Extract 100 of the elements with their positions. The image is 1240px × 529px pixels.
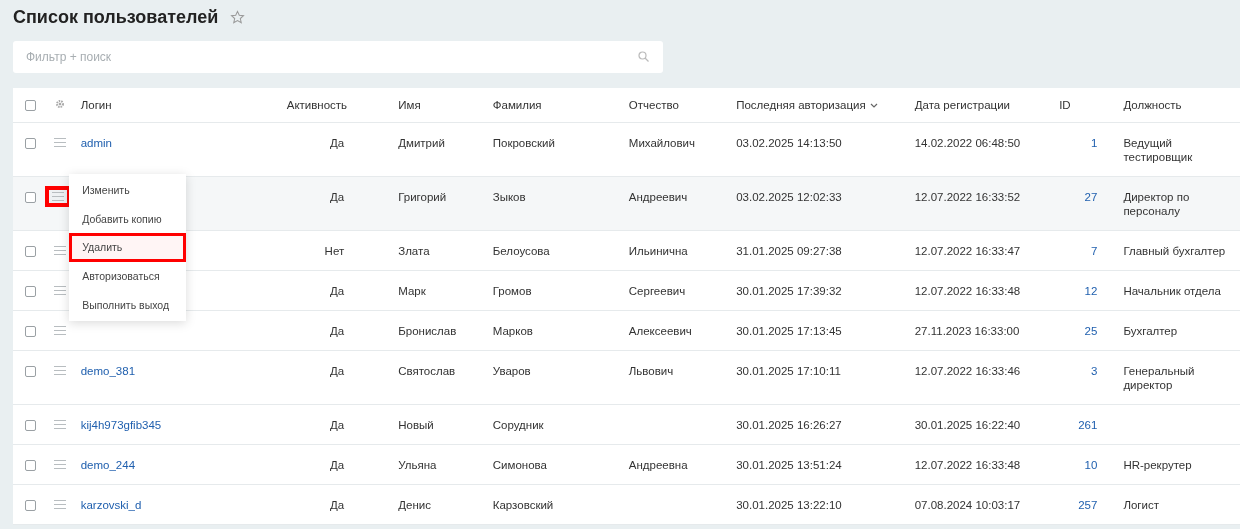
menu-item[interactable]: Выполнить выход — [69, 290, 187, 319]
row-checkbox[interactable] — [25, 286, 36, 298]
chevron-down-icon — [869, 102, 878, 108]
table-cell: 30.01.2025 17:39:32 — [736, 285, 842, 297]
id-link[interactable]: 257 — [1078, 499, 1098, 511]
row-menu-button[interactable] — [53, 365, 68, 376]
table-cell: Да — [330, 499, 345, 511]
id-link[interactable]: 27 — [1084, 191, 1098, 203]
id-link[interactable]: 12 — [1084, 285, 1098, 297]
table-cell: Да — [330, 191, 345, 203]
drag-handle-icon — [54, 366, 67, 375]
row-menu-button[interactable] — [53, 499, 68, 510]
id-link[interactable]: 7 — [1091, 245, 1098, 257]
row-checkbox[interactable] — [25, 138, 36, 150]
table-cell: Уваров — [492, 365, 531, 377]
column-header[interactable]: Должность — [1123, 99, 1182, 111]
login-link[interactable]: admin — [80, 137, 112, 149]
row-menu-button[interactable] — [53, 419, 68, 430]
table-cell: 03.02.2025 12:02:33 — [736, 191, 842, 203]
table-cell: Да — [330, 285, 345, 297]
table-cell: 03.02.2025 14:13:50 — [736, 137, 842, 149]
table-cell: 12.07.2022 16:33:47 — [914, 245, 1021, 257]
search-field[interactable]: Фильтр + поиск — [13, 41, 663, 73]
table-cell: Генеральный директор — [1123, 365, 1195, 391]
table-cell: Директор по персоналу — [1123, 191, 1190, 217]
settings-icon[interactable] — [55, 99, 66, 109]
column-header[interactable]: Логин — [80, 99, 112, 111]
table-cell: Симонова — [492, 459, 547, 471]
table-cell: Громов — [492, 285, 532, 297]
row-checkbox[interactable] — [25, 326, 36, 338]
table-cell: 30.01.2025 13:51:24 — [736, 459, 842, 471]
table-cell: Да — [330, 459, 345, 471]
table-cell: HR-рекрутер — [1123, 459, 1192, 471]
column-header[interactable]: Имя — [398, 99, 421, 111]
id-link[interactable]: 3 — [1091, 365, 1098, 377]
drag-handle-icon — [52, 192, 65, 201]
table-cell: Главный бухгалтер — [1123, 245, 1226, 257]
row-checkbox[interactable] — [25, 420, 36, 432]
search-icon — [638, 51, 649, 62]
table-cell: Зыков — [492, 191, 526, 203]
table-cell: Бронислав — [398, 325, 457, 337]
row-menu-button[interactable] — [53, 137, 68, 148]
drag-handle-icon — [54, 246, 67, 255]
table-cell: 30.01.2025 16:22:40 — [914, 419, 1021, 431]
column-header[interactable]: Фамилия — [492, 99, 542, 111]
menu-item[interactable]: Добавить копию — [69, 204, 187, 234]
id-link[interactable]: 1 — [1091, 137, 1098, 149]
drag-handle-icon — [54, 500, 67, 509]
table-cell: Денис — [398, 499, 431, 511]
table-cell: 30.01.2025 17:10:11 — [736, 365, 841, 377]
table-cell: 12.07.2022 16:33:48 — [914, 285, 1021, 297]
row-checkbox[interactable] — [25, 192, 36, 204]
menu-item[interactable]: Удалить — [69, 233, 187, 262]
table-cell: 30.01.2025 16:26:27 — [736, 419, 842, 431]
table-cell: Андреевич — [628, 191, 688, 203]
row-checkbox[interactable] — [25, 460, 36, 472]
table-cell: Ильинична — [628, 245, 688, 257]
id-link[interactable]: 25 — [1084, 325, 1098, 337]
row-menu-button[interactable] — [53, 325, 68, 336]
row-menu-button[interactable] — [53, 285, 68, 296]
table-cell: Начальник отдела — [1123, 285, 1221, 297]
menu-item[interactable]: Изменить — [69, 176, 187, 205]
login-link[interactable]: demo_244 — [80, 459, 136, 471]
table-cell: Марк — [398, 285, 426, 297]
row-checkbox[interactable] — [25, 500, 36, 512]
id-link[interactable]: 261 — [1078, 419, 1098, 431]
table-cell: Сергеевич — [628, 285, 686, 297]
login-link[interactable]: kij4h973gfib345 — [80, 419, 162, 431]
page-title: Список пользователей — [13, 7, 219, 28]
table-cell: Михайлович — [628, 137, 696, 149]
column-header[interactable]: Отчество — [628, 99, 679, 111]
table-cell: 27.11.2023 16:33:00 — [914, 325, 1020, 337]
drag-handle-icon — [54, 460, 67, 469]
table-cell: Марков — [492, 325, 533, 337]
id-link[interactable]: 10 — [1084, 459, 1098, 471]
table-cell: Бухгалтер — [1123, 325, 1178, 337]
row-checkbox[interactable] — [25, 246, 36, 258]
select-all-checkbox[interactable] — [25, 100, 36, 112]
row-menu-button[interactable] — [53, 245, 68, 256]
column-header[interactable]: Активность — [286, 99, 348, 111]
table-cell: 30.01.2025 17:13:45 — [736, 325, 842, 337]
table-cell: Алексеевич — [628, 325, 692, 337]
star-icon[interactable] — [230, 10, 246, 25]
row-menu-button[interactable] — [53, 459, 68, 470]
login-link[interactable]: karzovski_d — [80, 499, 142, 511]
table-cell: Злата — [398, 245, 430, 257]
login-link[interactable]: demo_381 — [80, 365, 136, 377]
column-header[interactable]: Дата регистрации — [914, 99, 1011, 111]
drag-handle-icon — [54, 326, 67, 335]
drag-handle-icon — [54, 286, 67, 295]
table-cell: Нет — [324, 245, 345, 257]
table-cell: Да — [330, 325, 345, 337]
table-cell: 14.02.2022 06:48:50 — [914, 137, 1021, 149]
menu-item[interactable]: Авторизоваться — [69, 261, 187, 291]
row-checkbox[interactable] — [25, 366, 36, 378]
table-cell: Григорий — [398, 191, 447, 203]
table-cell: Да — [330, 137, 345, 149]
column-header[interactable]: ID — [1059, 99, 1071, 111]
column-header[interactable]: Последняя авторизация — [736, 99, 878, 111]
table-cell: 30.01.2025 13:22:10 — [736, 499, 842, 511]
